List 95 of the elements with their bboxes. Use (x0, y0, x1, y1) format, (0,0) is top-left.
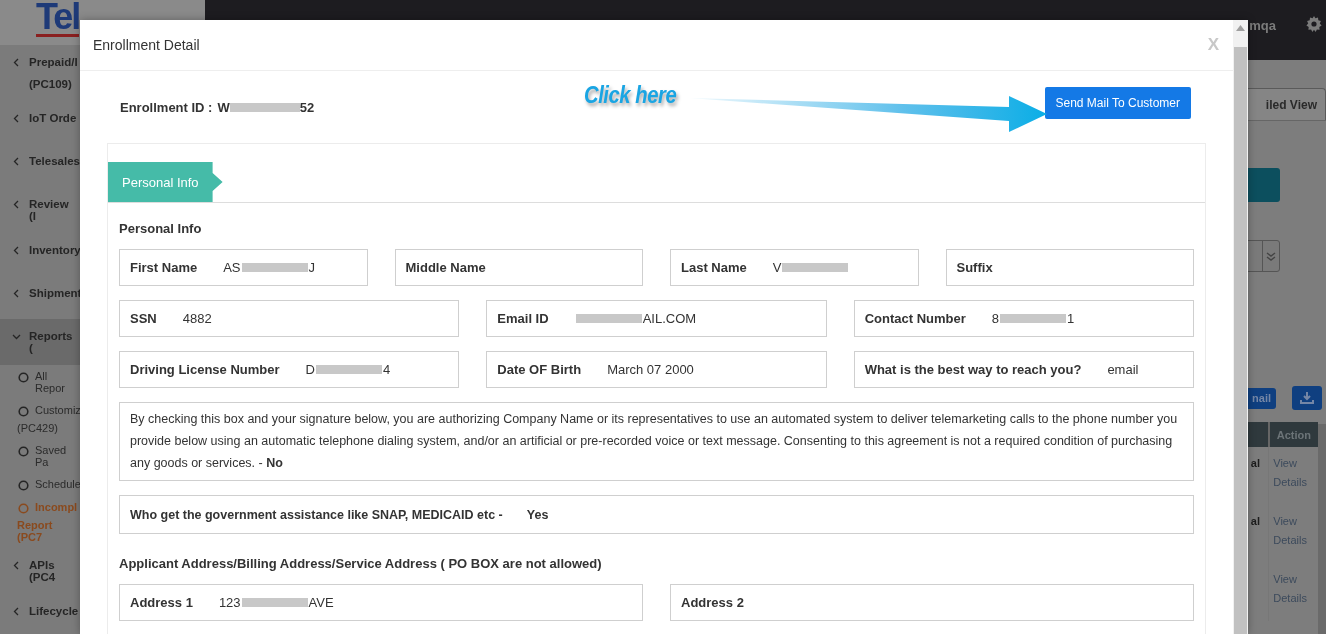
sidebar-item[interactable]: Inventory (0, 233, 78, 276)
circle-icon (18, 480, 29, 491)
field-value: AIL.COM (642, 311, 697, 326)
chevron-left-icon (12, 114, 21, 123)
field-value: AVE (308, 595, 334, 610)
sidebar-item[interactable]: Review (I (0, 187, 78, 233)
field-value: March 07 2000 (607, 362, 694, 377)
field-label: Driving License Number (130, 362, 280, 377)
sidebar-item[interactable]: IoT Orde (0, 101, 78, 144)
sidebar-subitem[interactable]: Saved Pa (0, 439, 78, 473)
dialog-title: Enrollment Detail (93, 37, 200, 53)
redaction-bar (229, 102, 300, 112)
field-value: 4882 (182, 311, 212, 326)
sidebar-label: Lifecycle (29, 605, 79, 617)
field-value: V (772, 260, 782, 275)
user-name[interactable]: mqa (1249, 17, 1276, 33)
chevron-left-icon (12, 58, 21, 67)
redaction-bar (782, 263, 849, 272)
field-value: Yes (526, 507, 549, 522)
sidebar-subitem[interactable]: All Repor (0, 365, 78, 399)
scrollbar[interactable] (1318, 424, 1326, 634)
redaction-bar (241, 263, 308, 272)
sidebar-label: Prepaid/I (29, 56, 78, 68)
chevron-left-icon (12, 561, 21, 570)
sidebar-label: Reports ( (29, 330, 74, 354)
field-value: 4 (382, 362, 391, 377)
redaction-bar (575, 314, 642, 323)
field-label: Contact Number (864, 311, 966, 326)
field-value: 52 (299, 99, 315, 115)
field-value: email (1107, 362, 1139, 377)
field-value: W (217, 99, 230, 115)
field-label: Address 1 (130, 595, 193, 610)
download-icon (1300, 391, 1314, 405)
consent-text: By checking this box and your signature below, you are authorizing Company Name or its representatives to use an automated system to deliver telemarketing calls to the phone number you provide below using an automatic telephone dialing system, and/or an artificial or pre-recorded voice or text message. Consenting to this agreement is not a required condition of purchasing any goods or services. - No (119, 402, 1194, 481)
sidebar-label: (PC429) (17, 422, 59, 434)
sidebar-label: (PC109) (29, 78, 73, 90)
circle-icon (18, 406, 29, 417)
send-mail-button[interactable]: Send Mail To Customer (1044, 87, 1191, 119)
scroll-up-icon[interactable] (1236, 25, 1245, 31)
table-cell: al (1246, 505, 1269, 563)
chevron-left-icon (12, 157, 21, 166)
sidebar-item[interactable]: Telesales (0, 144, 78, 187)
sidebar-label: Schedule (35, 478, 81, 490)
section-tab[interactable]: Personal Info (108, 162, 223, 202)
annotation-text: Click here (584, 82, 677, 109)
chevron-left-icon (12, 607, 21, 616)
field-label: What is the best way to reach you? (864, 362, 1082, 377)
redaction-bar (1000, 314, 1066, 323)
sidebar-item[interactable]: Lifecycle (0, 594, 78, 634)
field-label: Suffix (956, 260, 993, 275)
field-label: Email ID (497, 311, 549, 326)
table-cell: al (1246, 447, 1269, 505)
circle-icon (18, 503, 29, 514)
field-label: SSN (130, 311, 157, 326)
sidebar-label: Incompl (35, 501, 78, 513)
sidebar-label: Telesales (29, 155, 80, 167)
section-heading: Personal Info (119, 221, 203, 236)
field-label: Who get the government assistance like SNAP, MEDICAID etc - (130, 507, 503, 522)
settings-icon[interactable] (1306, 16, 1322, 32)
section-heading: Applicant Address/Billing Address/Service Address ( PO BOX are not allowed) (119, 556, 603, 571)
sidebar-label: Report (PC7 (17, 519, 54, 543)
enrollment-id-label: Enrollment ID : (120, 99, 213, 115)
sidebar-subitem[interactable]: Customiz (PC429) (0, 399, 78, 439)
chevron-left-icon (12, 289, 21, 298)
redaction-bar (241, 598, 308, 607)
field-value: J (308, 260, 316, 275)
field-label: Address 2 (681, 595, 744, 610)
redaction-bar (315, 365, 382, 374)
sidebar-label: Saved Pa (35, 444, 68, 468)
field-label: First Name (130, 260, 198, 275)
field-label: Middle Name (405, 260, 486, 275)
chevron-down-icon (12, 332, 21, 341)
sidebar-label: APIs (PC4 (29, 559, 57, 583)
sidebar-label: Inventory (29, 244, 81, 256)
column-header: Action (1268, 422, 1318, 447)
field-label: Last Name (681, 260, 747, 275)
circle-icon (18, 446, 29, 457)
field-value: 1 (1067, 311, 1075, 326)
field-value: D (305, 362, 315, 377)
download-button[interactable] (1292, 386, 1322, 410)
sidebar-item[interactable]: Prepaid/I (PC109) (0, 45, 78, 101)
field-value: 123 (218, 595, 241, 610)
field-value: AS (223, 260, 241, 275)
sidebar-label: Review (I (29, 198, 70, 222)
scrollbar[interactable] (1233, 20, 1248, 634)
circle-icon (18, 372, 29, 383)
sidebar-item[interactable]: APIs (PC4 (0, 548, 78, 594)
sidebar-label: Customiz (35, 404, 81, 416)
chevron-left-icon (12, 200, 21, 209)
sidebar-subitem[interactable]: Schedule (0, 473, 78, 496)
chevron-left-icon (12, 246, 21, 255)
field-label: Date OF Birth (497, 362, 582, 377)
sidebar-label: All Repor (35, 370, 66, 394)
sidebar-label: IoT Orde (29, 112, 77, 124)
field-value: 8 (991, 311, 999, 326)
